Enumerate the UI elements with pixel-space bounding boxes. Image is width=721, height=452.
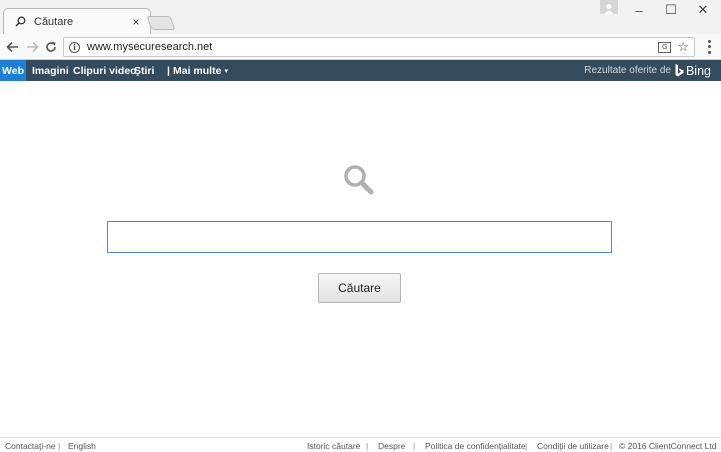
footer-separator: | — [58, 441, 61, 451]
bing-brand-text: Bing — [685, 63, 711, 78]
tab-strip: Căutare × – ☐ ✕ — [0, 0, 721, 34]
reload-icon[interactable] — [42, 38, 60, 56]
footer-separator: | — [413, 441, 416, 451]
nav-link-images[interactable]: Imagini — [32, 60, 69, 81]
footer-link-about[interactable]: Despre — [378, 441, 405, 451]
window-minimize-button[interactable]: – — [622, 0, 656, 20]
nav-more-label: Mai multe — [173, 64, 222, 77]
powered-by: Rezultate oferite de Bing — [584, 60, 711, 81]
bookmark-star-icon[interactable]: ☆ — [677, 39, 689, 55]
footer-link-terms[interactable]: Condiţii de utilizare — [537, 441, 609, 451]
bing-logo[interactable]: Bing — [675, 64, 711, 78]
footer-link-english[interactable]: English — [68, 441, 96, 451]
site-info-icon[interactable]: i — [69, 41, 80, 53]
window-maximize-button[interactable]: ☐ — [654, 0, 688, 20]
footer-separator: | — [610, 441, 613, 451]
user-profile-icon[interactable] — [600, 0, 618, 14]
search-nav-bar: Web Imagini Clipuri video Ştiri | Mai mu… — [0, 60, 721, 81]
browser-menu-icon[interactable] — [703, 39, 715, 55]
footer-separator: | — [366, 441, 369, 451]
new-tab-button[interactable] — [146, 16, 176, 30]
powered-by-text: Rezultate oferite de — [584, 65, 671, 76]
footer-link-privacy[interactable]: Politica de confidenţialitate — [425, 441, 526, 451]
tab-close-icon[interactable]: × — [128, 14, 144, 30]
search-icon — [14, 16, 26, 28]
nav-separator: | — [167, 64, 170, 77]
browser-tab[interactable]: Căutare × — [3, 8, 151, 34]
translate-icon[interactable]: G — [658, 41, 672, 53]
nav-link-news[interactable]: Ştiri — [134, 60, 154, 81]
search-input[interactable] — [107, 221, 612, 253]
search-button[interactable]: Căutare — [318, 273, 401, 303]
magnifier-icon — [342, 163, 376, 197]
forward-arrow-icon[interactable] — [23, 38, 41, 56]
window-close-button[interactable]: ✕ — [686, 0, 720, 20]
footer-separator: | — [525, 441, 528, 451]
nav-link-more[interactable]: Mai multe ▾ — [173, 60, 228, 81]
tab-title: Căutare — [34, 15, 74, 28]
bing-b-icon — [675, 64, 684, 77]
footer-copyright: © 2016 ClientConnect Ltd — [619, 441, 717, 451]
url-text[interactable]: www.mysecuresearch.net — [87, 41, 658, 53]
back-arrow-icon[interactable] — [3, 38, 21, 56]
nav-link-videos[interactable]: Clipuri video — [73, 60, 137, 81]
chevron-down-icon: ▾ — [224, 67, 228, 75]
nav-link-web[interactable]: Web — [0, 60, 26, 81]
footer: Contactaţi-ne | English Istoric căutare … — [0, 437, 721, 452]
footer-link-search-history[interactable]: Istoric căutare — [307, 441, 360, 451]
footer-link-contact[interactable]: Contactaţi-ne — [5, 441, 56, 451]
address-bar[interactable]: i www.mysecuresearch.net G ☆ — [63, 37, 695, 57]
browser-toolbar: i www.mysecuresearch.net G ☆ — [0, 34, 721, 60]
